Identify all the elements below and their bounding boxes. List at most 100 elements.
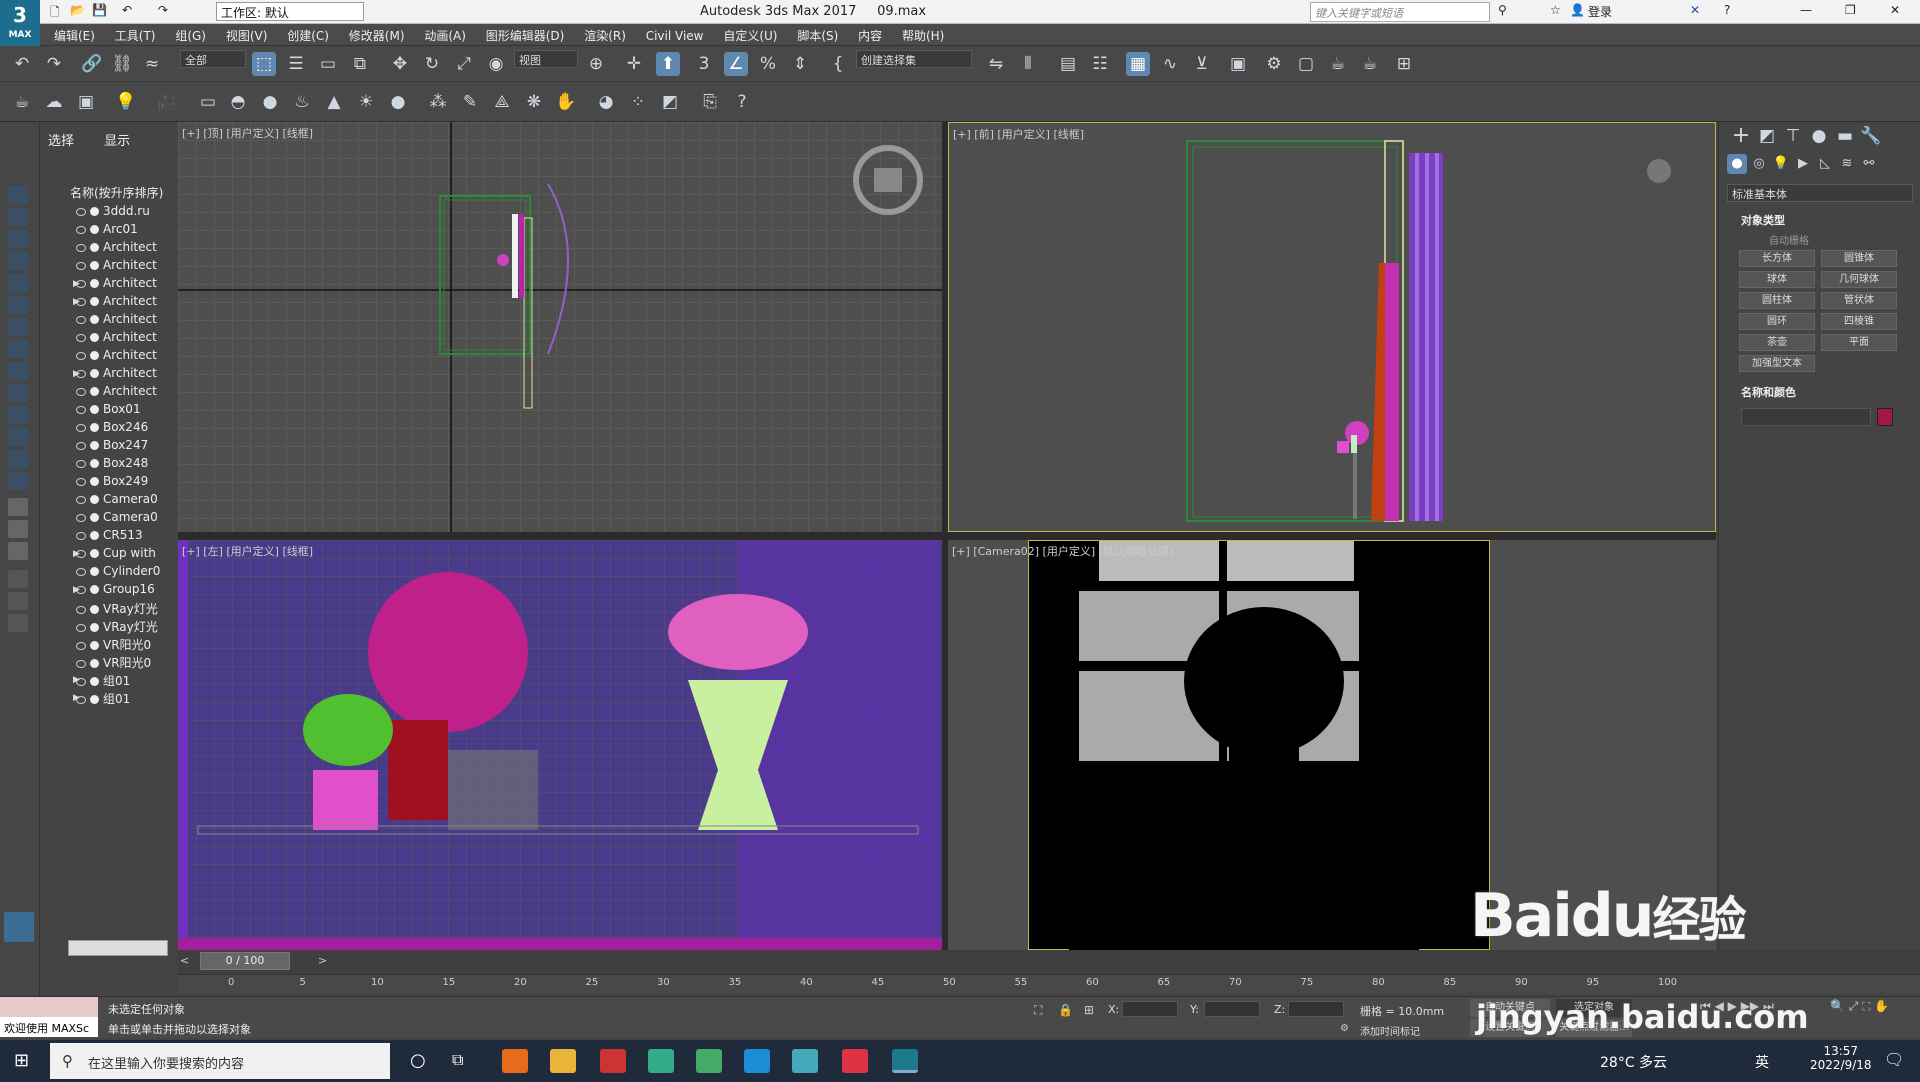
viewport-camera-label[interactable]: [+] [Camera02] [用户定义] [默认明暗处理]	[952, 543, 1173, 559]
menu-create[interactable]: 创建(C)	[279, 24, 337, 47]
visibility-eye-icon[interactable]	[76, 333, 86, 342]
expand-arrow-icon[interactable]: ▶	[73, 675, 80, 685]
visibility-eye-icon[interactable]	[76, 459, 86, 468]
unlink-icon[interactable]: ⛓	[110, 52, 134, 76]
scene-list-item[interactable]: 组01	[76, 672, 172, 690]
menu-scripting[interactable]: 脚本(S)	[789, 24, 846, 47]
select-by-name-icon[interactable]: ☰	[284, 52, 308, 76]
helpers-icon[interactable]: ◺	[1815, 154, 1835, 174]
app-icon-3[interactable]	[696, 1049, 722, 1073]
language-indicator[interactable]: 英	[1755, 1052, 1769, 1072]
reference-coord-dropdown[interactable]: 视图	[514, 50, 578, 68]
placement-icon[interactable]: ◉	[484, 52, 508, 76]
strip-shapes-icon[interactable]	[8, 230, 28, 248]
taskbar-search-input[interactable]: 在这里输入你要搜索的内容	[50, 1043, 390, 1079]
rotate-icon[interactable]: ↻	[420, 52, 444, 76]
primitive-type-dropdown[interactable]: 标准基本体	[1727, 184, 1913, 202]
visibility-eye-icon[interactable]	[76, 225, 86, 234]
scene-list-item[interactable]: VR阳光0	[76, 654, 172, 672]
mesh-light-icon[interactable]: ♨	[290, 90, 314, 114]
expand-arrow-icon[interactable]: ▶	[73, 369, 80, 379]
scene-list-item[interactable]: Camera0	[76, 510, 172, 528]
search-input[interactable]: 键入关键字或短语	[1310, 2, 1490, 22]
menu-civil-view[interactable]: Civil View	[638, 26, 712, 46]
scene-list-item[interactable]: Box249	[76, 474, 172, 492]
lights-icon[interactable]: 💡	[1771, 154, 1791, 174]
geometry-icon[interactable]: ●	[1727, 154, 1747, 174]
scene-list-item[interactable]: Architect	[76, 330, 172, 348]
scene-list-item[interactable]: Architect	[76, 258, 172, 276]
app-icon-5[interactable]	[842, 1049, 868, 1073]
help-icon[interactable]: ?	[1724, 3, 1730, 21]
viewport-top[interactable]: [+] [顶] [用户定义] [线框]	[178, 122, 942, 532]
camera-icon[interactable]: 🎥	[156, 90, 180, 114]
align-icon[interactable]: ⫴	[1016, 52, 1040, 76]
visibility-eye-icon[interactable]	[76, 423, 86, 432]
binoculars-icon[interactable]: ⚲	[1498, 3, 1507, 21]
render-iterative-icon[interactable]: ☕	[1358, 52, 1382, 76]
bind-space-warp-icon[interactable]: ≈	[140, 52, 164, 76]
visibility-eye-icon[interactable]	[76, 495, 86, 504]
scene-list-item[interactable]: 组01	[76, 690, 172, 708]
menu-views[interactable]: 视图(V)	[218, 24, 276, 47]
lock-selection-icon[interactable]: 🔒	[1058, 1003, 1073, 1017]
scene-list-item[interactable]: Box01	[76, 402, 172, 420]
app-icon-4[interactable]	[792, 1049, 818, 1073]
strip-frozen-icon[interactable]	[8, 428, 28, 446]
scatter-icon[interactable]: ❋	[522, 90, 546, 114]
menu-tools[interactable]: 工具(T)	[107, 24, 164, 47]
visibility-eye-icon[interactable]	[76, 351, 86, 360]
light-lister-icon[interactable]: 💡	[114, 90, 138, 114]
scene-list-item[interactable]: Arc01	[76, 222, 172, 240]
strip-filter-icon[interactable]	[8, 570, 28, 588]
vray-help-icon[interactable]: ?	[730, 90, 754, 114]
menu-animation[interactable]: 动画(A)	[416, 24, 474, 47]
visibility-eye-icon[interactable]	[76, 261, 86, 270]
clock[interactable]: 13:57 2022/9/18	[1810, 1044, 1872, 1072]
cylinder-button[interactable]: 圆柱体	[1739, 292, 1815, 309]
strip-containers-icon[interactable]	[8, 472, 28, 490]
teapot-button[interactable]: 茶壶	[1739, 334, 1815, 351]
visibility-eye-icon[interactable]	[76, 387, 86, 396]
render-setup-icon[interactable]: ⚙	[1262, 52, 1286, 76]
menu-customize[interactable]: 自定义(U)	[715, 24, 785, 47]
convert-icon[interactable]: ◩	[658, 90, 682, 114]
strip-select-icon[interactable]	[8, 186, 28, 204]
textplus-button[interactable]: 加强型文本	[1739, 355, 1815, 372]
viewport-left-label[interactable]: [+] [左] [用户定义] [线框]	[182, 543, 313, 559]
rendered-frame-icon[interactable]: ▢	[1294, 52, 1318, 76]
scene-list-item[interactable]: Architect	[76, 240, 172, 258]
shapes-icon[interactable]: ◎	[1749, 154, 1769, 174]
notification-icon[interactable]: 🗨	[1884, 1050, 1904, 1069]
edge-icon[interactable]	[744, 1049, 770, 1073]
viewport-front-label[interactable]: [+] [前] [用户定义] [线框]	[953, 126, 1084, 142]
sphere-light-icon[interactable]: ●	[258, 90, 282, 114]
visibility-eye-icon[interactable]	[76, 531, 86, 540]
viewport-top-label[interactable]: [+] [顶] [用户定义] [线框]	[182, 125, 313, 141]
undo-icon[interactable]: ↶	[10, 52, 34, 76]
app-icon-1[interactable]	[600, 1049, 626, 1073]
strip-bones-icon[interactable]	[8, 384, 28, 402]
scene-scrollbar[interactable]	[68, 940, 168, 956]
motion-tab-icon[interactable]: ●	[1807, 124, 1831, 148]
strip-xrefs-icon[interactable]	[8, 362, 28, 380]
geosphere-button[interactable]: 几何球体	[1821, 271, 1897, 288]
link-icon[interactable]: 🔗	[80, 52, 104, 76]
strip-page-icon[interactable]	[8, 542, 28, 560]
expand-arrow-icon[interactable]: ▶	[73, 279, 80, 289]
visibility-eye-icon[interactable]	[76, 315, 86, 324]
viewport-left[interactable]: [+] [左] [用户定义] [线框]	[178, 540, 942, 950]
cone-button[interactable]: 圆锥体	[1821, 250, 1897, 267]
utilities-tab-icon[interactable]: 🔧	[1859, 124, 1883, 148]
menu-graph-editors[interactable]: 图形编辑器(D)	[478, 24, 573, 47]
scene-list-item[interactable]: Group16	[76, 582, 172, 600]
material-editor-icon[interactable]: ▣	[1226, 52, 1250, 76]
scene-list-item[interactable]: Architect	[76, 384, 172, 402]
modify-tab-icon[interactable]: ◩	[1755, 124, 1779, 148]
exchange-icon[interactable]: ✕	[1690, 3, 1700, 21]
visibility-eye-icon[interactable]	[76, 623, 86, 632]
max-logo[interactable]: 3 MAX	[0, 0, 40, 46]
visibility-eye-icon[interactable]	[76, 513, 86, 522]
frame-buffer-icon[interactable]: ▣	[74, 90, 98, 114]
maxscript-listener[interactable]	[0, 997, 98, 1017]
